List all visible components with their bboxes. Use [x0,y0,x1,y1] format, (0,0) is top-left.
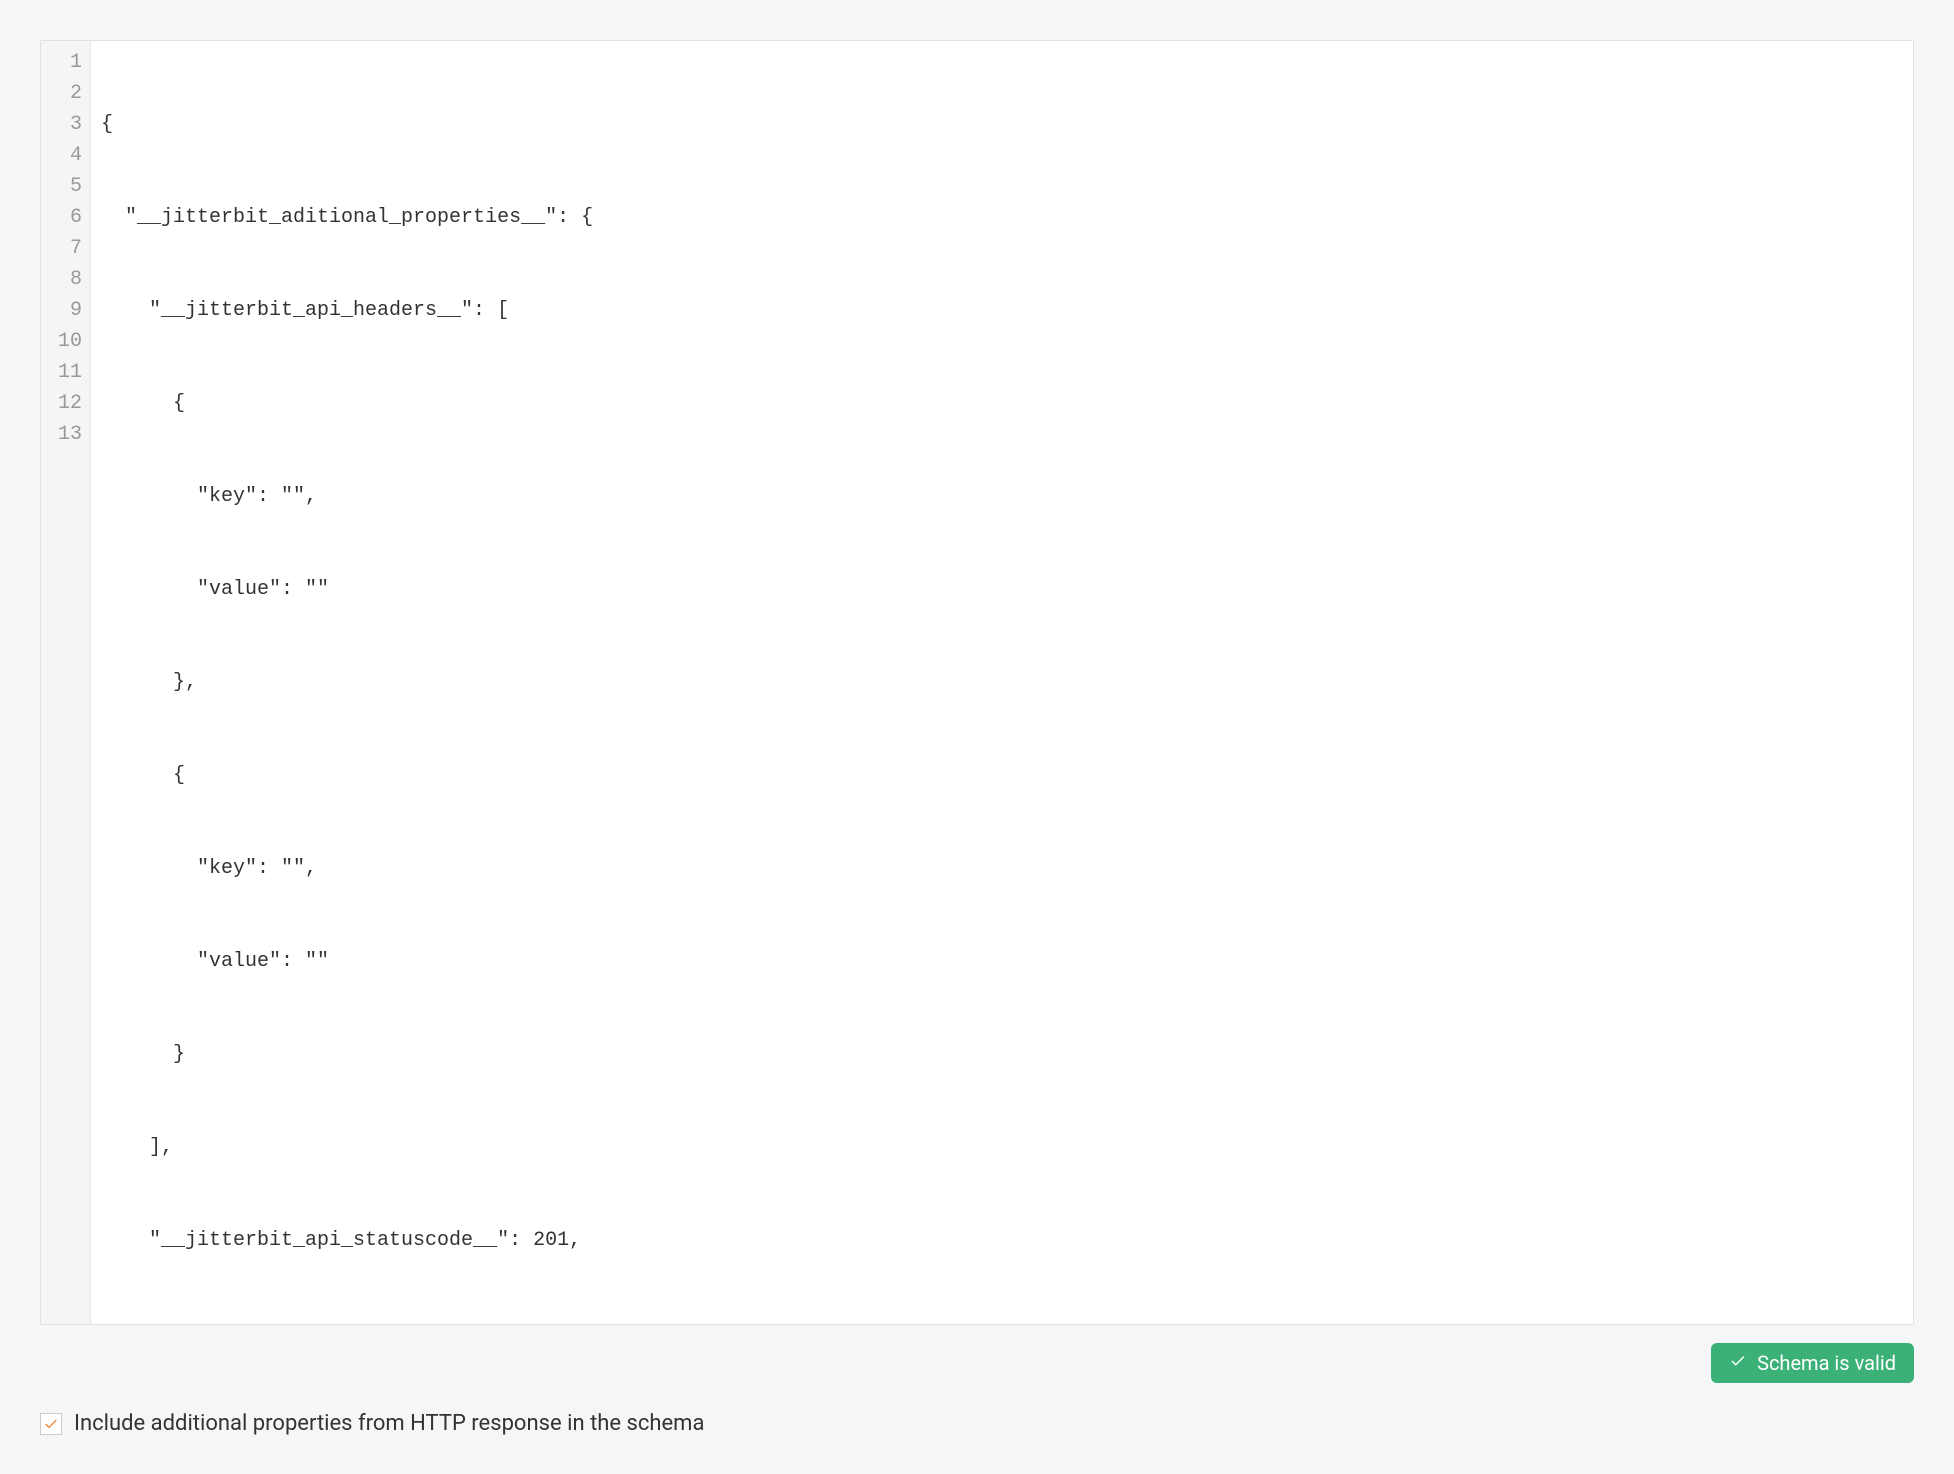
line-number: 13 [55,419,82,450]
line-number: 5 [55,171,82,202]
code-line: "key": "", [101,481,1903,512]
code-line: "__jitterbit_api_headers__": [ [101,295,1903,326]
code-line: "key": "", [101,853,1903,884]
code-editor[interactable]: 1 2 3 4 5 6 7 8 9 10 11 12 13 { "__jitte… [40,40,1914,1325]
line-number: 6 [55,202,82,233]
code-line: { [101,109,1903,140]
line-number: 8 [55,264,82,295]
code-line: ], [101,1132,1903,1163]
status-row: Schema is valid [40,1343,1914,1383]
line-number: 3 [55,109,82,140]
line-number: 11 [55,357,82,388]
code-line: { [101,760,1903,791]
line-number-gutter: 1 2 3 4 5 6 7 8 9 10 11 12 13 [41,41,91,1324]
status-label: Schema is valid [1757,1351,1896,1375]
schema-editor-panel: 1 2 3 4 5 6 7 8 9 10 11 12 13 { "__jitte… [40,40,1914,1436]
line-number: 2 [55,78,82,109]
line-number: 7 [55,233,82,264]
check-icon [1729,1351,1747,1375]
code-line: "__jitterbit_api_statuscode__": 201, [101,1225,1903,1256]
schema-valid-badge: Schema is valid [1711,1343,1914,1383]
include-additional-properties-label: Include additional properties from HTTP … [74,1411,704,1436]
line-number: 12 [55,388,82,419]
code-content[interactable]: { "__jitterbit_aditional_properties__": … [91,41,1913,1324]
code-line: "__jitterbit_aditional_properties__": { [101,202,1903,233]
check-icon [43,1416,59,1432]
code-line: "value": "" [101,574,1903,605]
include-additional-properties-checkbox[interactable] [40,1413,62,1435]
code-line: { [101,388,1903,419]
line-number: 4 [55,140,82,171]
code-line: } [101,1039,1903,1070]
code-line: "value": "" [101,946,1903,977]
include-additional-properties-row: Include additional properties from HTTP … [40,1411,1914,1436]
code-line: }, [101,667,1903,698]
line-number: 9 [55,295,82,326]
line-number: 10 [55,326,82,357]
line-number: 1 [55,47,82,78]
